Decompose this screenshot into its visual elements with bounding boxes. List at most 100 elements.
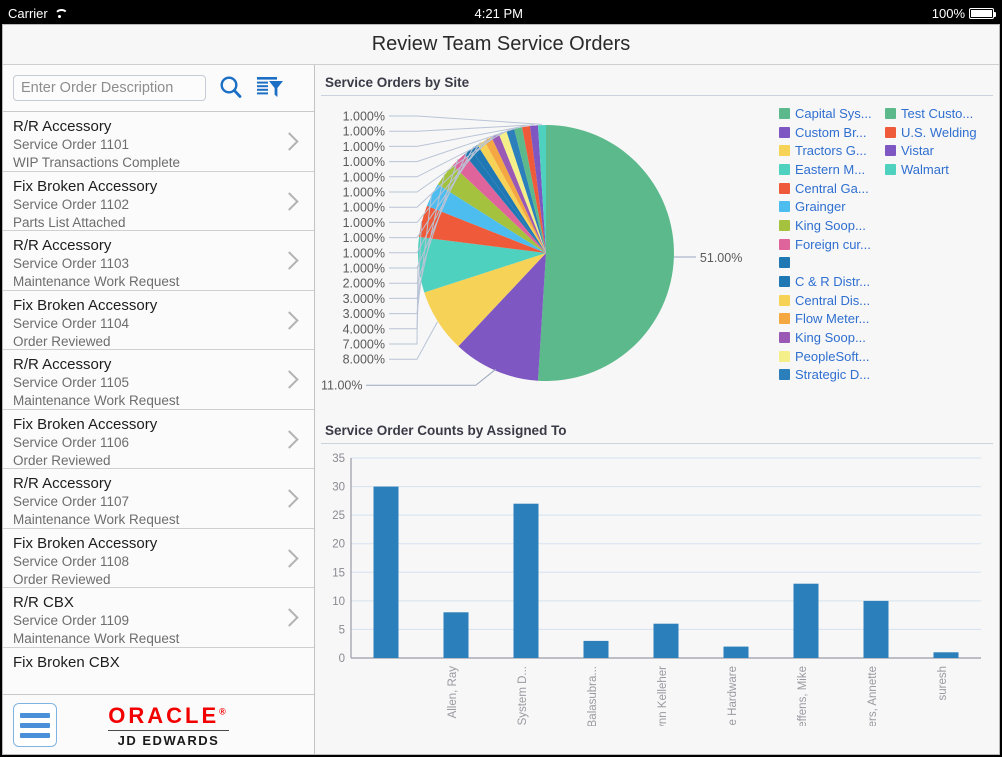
legend-item[interactable]: [779, 254, 885, 273]
oracle-wordmark: ORACLE®: [108, 702, 229, 728]
pie-value-label: 4.000%: [343, 322, 385, 336]
filter-button[interactable]: [256, 75, 284, 101]
legend-item[interactable]: King Soop...: [779, 216, 885, 235]
legend-item[interactable]: Central Dis...: [779, 291, 885, 310]
pie-value-label: 1.000%: [343, 186, 385, 200]
pie-value-label: 1.000%: [343, 125, 385, 139]
pie-slice[interactable]: [537, 125, 674, 381]
list-item[interactable]: R/R Accessory Service Order 1105 Maintenan…: [3, 350, 314, 410]
bar[interactable]: [443, 612, 469, 658]
order-description: Fix Broken Accessory: [13, 296, 158, 314]
bar[interactable]: [583, 640, 609, 658]
legend-item[interactable]: Foreign cur...: [779, 235, 885, 254]
hamburger-bar: [20, 732, 50, 738]
legend-item[interactable]: PeopleSoft...: [779, 347, 885, 366]
legend-swatch: [885, 107, 896, 119]
legend-item[interactable]: Vistar: [885, 141, 991, 160]
list-item[interactable]: R/R CBX Service Order 1109 Maintenance Wor…: [3, 588, 314, 648]
bar[interactable]: [863, 600, 889, 658]
bar[interactable]: [513, 503, 539, 658]
pie-value-label: 1.000%: [343, 140, 385, 154]
list-item[interactable]: Fix Broken Accessory Service Order 1108 Or…: [3, 529, 314, 588]
legend-label: C & R Distr...: [795, 274, 871, 290]
legend-swatch: [779, 332, 790, 344]
legend-label: Central Ga...: [795, 180, 869, 196]
list-item[interactable]: Fix Broken Accessory Service Order 1106 Or…: [3, 410, 314, 469]
chevron-right-icon: [282, 291, 304, 350]
bar[interactable]: [793, 583, 819, 658]
order-description: R/R Accessory: [13, 475, 112, 492]
order-number: Service Order 1104: [13, 315, 130, 331]
oracle-jdedwards-logo: ORACLE® JD EDWARDS: [88, 703, 229, 748]
legend-label: Tractors G...: [795, 143, 867, 159]
pie-value-label: 8.000%: [343, 353, 385, 367]
list-item[interactable]: R/R Accessory Service Order 1107 Maintenan…: [3, 469, 314, 529]
ios-status-bar: Carrier 4:21 PM 100%: [0, 2, 1002, 24]
x-axis-tick-label: Capital System D...: [517, 666, 529, 726]
search-toolbar: [3, 65, 314, 112]
legend-item[interactable]: King Soop...: [779, 328, 885, 347]
legend-label: King Soop...: [795, 217, 866, 233]
bar[interactable]: [653, 623, 679, 658]
legend-item[interactable]: U.S. Welding: [885, 123, 991, 142]
chevron-right-icon: [282, 410, 304, 469]
search-button[interactable]: [218, 75, 244, 101]
search-input[interactable]: [13, 75, 206, 101]
battery-percent-label: 100%: [931, 5, 965, 21]
bar[interactable]: [933, 652, 959, 658]
list-item[interactable]: Fix Broken Accessory Service Order 1104 Or…: [3, 291, 314, 350]
legend-item[interactable]: Test Custo...: [885, 104, 991, 123]
search-icon: [220, 76, 242, 98]
legend-label: PeopleSoft...: [795, 348, 870, 364]
menu-button[interactable]: [13, 703, 57, 748]
battery-icon: [969, 7, 996, 19]
legend-swatch: [779, 201, 790, 213]
pie-value-label: 1.000%: [343, 201, 385, 215]
legend-swatch: [779, 145, 790, 157]
order-description: R/R CBX: [13, 594, 74, 611]
service-order-list[interactable]: R/R Accessory Service Order 1101 WIP Trans…: [3, 112, 314, 695]
pie-chart-svg[interactable]: 51.00%11.00%1.000%1.000%1.000%1.000%1.00…: [321, 98, 781, 408]
legend-item[interactable]: Strategic D...: [779, 366, 885, 385]
orders-sidebar: R/R Accessory Service Order 1101 WIP Trans…: [3, 65, 315, 754]
order-status: Maintenance Work Request: [13, 512, 180, 527]
y-axis-tick-label: 0: [339, 653, 345, 665]
legend-item[interactable]: Central Ga...: [779, 179, 885, 198]
pie-value-label: 3.000%: [343, 292, 385, 306]
legend-item[interactable]: Grainger: [779, 197, 885, 216]
order-number: Service Order 1103: [13, 256, 130, 271]
chevron-right-icon: [282, 588, 304, 647]
pie-value-label: 7.000%: [343, 338, 385, 352]
order-status: Order Reviewed: [13, 333, 111, 349]
legend-item[interactable]: Capital Sys...: [779, 104, 885, 123]
legend-label: Custom Br...: [795, 124, 867, 140]
bar[interactable]: [723, 646, 749, 658]
order-description: Fix Broken CBX: [13, 653, 120, 671]
legend-swatch: [779, 350, 790, 362]
order-description: Fix Broken Accessory: [13, 177, 158, 195]
legend-item[interactable]: Walmart: [885, 160, 991, 179]
list-item[interactable]: Fix Broken Accessory Service Order 1102 Pa…: [3, 172, 314, 231]
list-item[interactable]: Fix Broken CBX: [3, 648, 314, 695]
legend-item[interactable]: Flow Meter...: [779, 310, 885, 329]
brand-divider: [108, 729, 229, 731]
legend-label: Grainger: [795, 199, 846, 215]
status-right: 100%: [931, 5, 996, 21]
legend-item[interactable]: Custom Br...: [779, 123, 885, 142]
legend-swatch: [779, 107, 790, 119]
legend-item[interactable]: Eastern M...: [779, 160, 885, 179]
list-item[interactable]: R/R Accessory Service Order 1101 WIP Trans…: [3, 112, 314, 172]
legend-item[interactable]: Tractors G...: [779, 141, 885, 160]
chevron-right-icon: [282, 112, 304, 171]
bar[interactable]: [373, 486, 399, 658]
list-item[interactable]: R/R Accessory Service Order 1103 Maintenan…: [3, 231, 314, 291]
y-axis-tick-label: 5: [339, 624, 345, 636]
y-axis-tick-label: 30: [332, 482, 345, 494]
card-divider: [321, 95, 993, 96]
bar-chart-svg[interactable]: 0 5 10 15 20 25 30 35 Allen, Ray Capital System D…: [321, 446, 993, 726]
order-description: R/R Accessory: [13, 118, 112, 135]
legend-item[interactable]: C & R Distr...: [779, 272, 885, 291]
pie-chart-title: Service Orders by Site: [325, 75, 470, 90]
order-status: WIP Transactions Complete: [13, 155, 181, 170]
legend-label: Eastern M...: [795, 161, 866, 177]
